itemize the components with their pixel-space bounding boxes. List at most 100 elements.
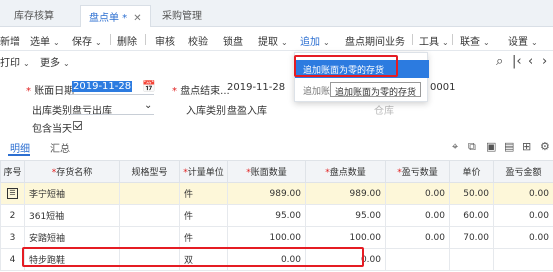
calendar-icon[interactable]: 📅 (142, 80, 156, 93)
cell-diff-qty[interactable]: 0.00 (385, 182, 450, 205)
paste-row-icon[interactable]: ▣ (486, 140, 496, 153)
select-bill-button[interactable]: 选单 ⌄ (30, 33, 60, 48)
append-button[interactable]: 追加 ⌄ (300, 33, 330, 48)
tab-purchase[interactable]: 采购管理 (162, 7, 202, 22)
account-date-label: * 账面日期 (26, 86, 75, 97)
table-header-row: 序号 *存货名称 规格型号 *计量单位 *账面数量 *盘点数量 *盈亏数量 单价… (0, 160, 553, 183)
lock-button[interactable]: 锁盘 (223, 33, 243, 48)
cell-count-qty[interactable]: 989.00 (305, 182, 386, 205)
cell-price[interactable]: 70.00 (449, 226, 494, 249)
cell-name[interactable]: 李宁短袖 (24, 182, 120, 205)
cell-name[interactable]: 361短袖 (24, 204, 120, 227)
print-label: 打印 (0, 58, 20, 69)
cell-diff-qty[interactable] (385, 248, 450, 271)
cell-price[interactable] (449, 248, 494, 271)
table-row[interactable]: ☰ 李宁短袖 件 989.00 989.00 0.00 50.00 0.00 (0, 182, 553, 205)
cell-book-qty[interactable]: 100.00 (227, 226, 306, 249)
delete-row-icon[interactable]: ▤ (504, 140, 514, 153)
new-button[interactable]: 新增 (0, 33, 20, 48)
layout-icon[interactable]: ⊞ (522, 140, 531, 153)
col-diff-amt: 盈亏金额 (493, 160, 553, 183)
settings-icon[interactable]: ⚙ (540, 140, 550, 153)
save-label: 保存 (72, 37, 92, 48)
tab-inventory-accounting[interactable]: 库存核算 (14, 7, 54, 22)
copy-row-icon[interactable]: ⧉ (468, 140, 476, 154)
in-type-value[interactable]: 盘盈入库 (227, 102, 267, 117)
cell-diff-amt[interactable] (493, 248, 553, 271)
append-label: 追加 (300, 37, 320, 48)
search-doc-icon[interactable]: ⌕ (496, 54, 503, 69)
tab-stocktake[interactable]: 盘点单 * ✕ (80, 5, 151, 27)
col-unit: *计量单位 (179, 160, 228, 183)
table-row[interactable]: 3 安踏短袖 件 100.00 100.00 0.00 70.00 0.00 (0, 226, 553, 249)
tab-summary[interactable]: 汇总 (50, 140, 70, 155)
period-business-button[interactable]: 盘点期间业务 (345, 33, 405, 48)
audit-button[interactable]: 审核 (155, 33, 175, 48)
cell-spec[interactable] (119, 182, 180, 205)
cell-diff-amt[interactable]: 0.00 (493, 182, 553, 205)
more-button[interactable]: 更多 ⌄ (40, 54, 70, 69)
tab-bar: 库存核算 盘点单 * ✕ 采购管理 (0, 0, 553, 27)
table-row[interactable]: 2 361短袖 件 95.00 95.00 0.00 60.00 0.00 (0, 204, 553, 227)
location-icon[interactable]: ⌖ (452, 140, 458, 154)
include-today-checkbox[interactable] (73, 121, 82, 130)
first-page-icon[interactable]: |‹ (512, 54, 522, 69)
end-date-label-text: 盘点结束... (180, 86, 230, 97)
chevron-down-icon[interactable]: ⌄ (144, 100, 152, 111)
row-edit-icon[interactable]: ☰ (7, 188, 18, 199)
toolbar-secondary: 打印 ⌄ 更多 ⌄ ⌕ |‹ ‹ › (0, 51, 553, 73)
tab-detail[interactable]: 明细 (10, 140, 30, 155)
end-date-value[interactable]: 2019-11-28 (227, 82, 285, 93)
account-date-field[interactable]: 2019-11-28 (72, 81, 133, 92)
link-query-label: 联查 (460, 37, 480, 48)
col-count-qty: *盘点数量 (305, 160, 386, 183)
extract-button[interactable]: 提取 ⌄ (258, 33, 288, 48)
save-button[interactable]: 保存 ⌄ (72, 33, 102, 48)
cell-diff-qty[interactable]: 0.00 (385, 204, 450, 227)
col-price: 单价 (449, 160, 494, 183)
col-name-text: 存货名称 (56, 168, 93, 178)
cell-book-qty[interactable]: 989.00 (227, 182, 306, 205)
chevron-down-icon: ⌄ (63, 59, 70, 68)
prev-page-icon[interactable]: ‹ (528, 54, 533, 69)
tools-button[interactable]: 工具 ⌄ (419, 33, 449, 48)
cell-diff-amt[interactable]: 0.00 (493, 226, 553, 249)
next-page-icon[interactable]: › (542, 54, 547, 69)
close-icon[interactable]: ✕ (133, 13, 141, 24)
settings-button[interactable]: 设置 ⌄ (508, 33, 538, 48)
select-bill-label: 选单 (30, 37, 50, 48)
cell-seq: 2 (0, 204, 25, 227)
link-query-button[interactable]: 联查 ⌄ (460, 33, 490, 48)
delete-button[interactable]: 删除 (117, 33, 137, 48)
cell-price[interactable]: 50.00 (449, 182, 494, 205)
divider (110, 34, 111, 45)
cell-diff-qty[interactable]: 0.00 (385, 226, 450, 249)
row-edit-cell[interactable]: ☰ (0, 182, 25, 205)
cell-price[interactable]: 60.00 (449, 204, 494, 227)
cell-unit[interactable]: 件 (179, 204, 228, 227)
cell-diff-amt[interactable]: 0.00 (493, 204, 553, 227)
col-unit-text: 计量单位 (187, 168, 224, 178)
field-underline (70, 94, 154, 95)
cell-book-qty[interactable]: 95.00 (227, 204, 306, 227)
extract-label: 提取 (258, 37, 278, 48)
cell-spec[interactable] (119, 226, 180, 249)
cell-count-qty[interactable]: 100.00 (305, 226, 386, 249)
cell-spec[interactable] (119, 204, 180, 227)
col-diff-qty-text: 盈亏数量 (401, 168, 438, 178)
cell-seq: 4 (0, 248, 25, 271)
toolbar: 新增 选单 ⌄ 保存 ⌄ 删除 审核 校验 锁盘 提取 ⌄ 追加 ⌄ 盘点期间业务 工具… (0, 27, 553, 51)
print-button[interactable]: 打印 ⌄ (0, 54, 30, 69)
cell-unit[interactable]: 件 (179, 182, 228, 205)
verify-button[interactable]: 校验 (188, 33, 208, 48)
chevron-down-icon: ⌄ (53, 38, 60, 47)
col-count-qty-text: 盘点数量 (329, 168, 366, 178)
cell-name[interactable]: 安踏短袖 (24, 226, 120, 249)
chevron-down-icon: ⌄ (23, 59, 30, 68)
tooltip: 追加账面为零的存货 (330, 82, 422, 98)
cell-unit[interactable]: 件 (179, 226, 228, 249)
account-date-label-text: 账面日期 (34, 86, 75, 97)
tab-stocktake-label: 盘点单 * (89, 13, 128, 24)
cell-count-qty[interactable]: 95.00 (305, 204, 386, 227)
stock-type-value: 盘亏出库 (72, 106, 112, 117)
